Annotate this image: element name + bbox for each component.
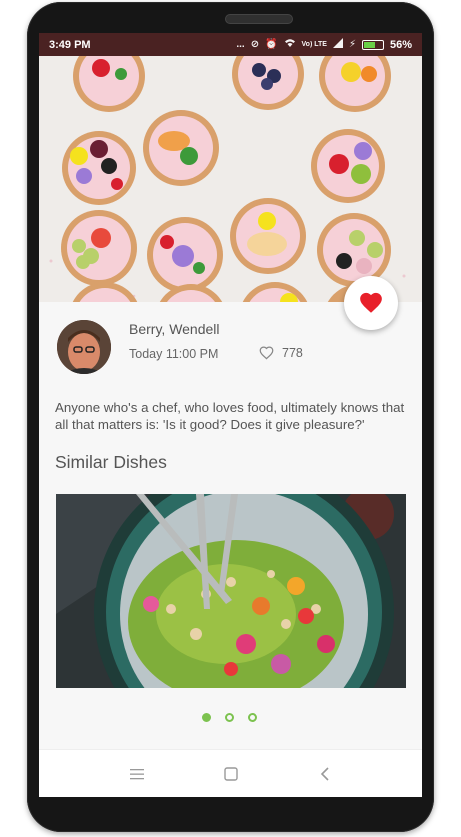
tart [147, 217, 223, 293]
data-saver-icon: ⊘ [250, 39, 260, 50]
home-button[interactable] [215, 758, 247, 790]
page-indicator [202, 713, 257, 722]
back-button[interactable] [309, 758, 341, 790]
status-time: 3:49 PM [49, 38, 91, 51]
likes[interactable]: 778 [259, 346, 303, 360]
likes-count: 778 [282, 346, 303, 360]
page-dot-3[interactable] [248, 713, 257, 722]
post-time: Today 11:00 PM [129, 347, 219, 361]
signal-icon [332, 38, 343, 51]
system-nav-bar [39, 749, 422, 797]
similar-dish-image[interactable] [56, 494, 406, 688]
menu-button[interactable] [121, 758, 153, 790]
heart-outline-icon [259, 346, 274, 360]
status-bar: 3:49 PM ... ⊘ ⏰ Vo) LTE ⚡ 56% [39, 33, 422, 56]
section-title: Similar Dishes [55, 452, 167, 472]
page-dot-1[interactable] [202, 713, 211, 722]
tart [317, 213, 391, 287]
tart [62, 131, 136, 205]
battery-icon [361, 39, 384, 50]
page-dot-2[interactable] [225, 713, 234, 722]
post-quote: Anyone who's a chef, who loves food, ult… [55, 400, 405, 432]
tart [230, 198, 306, 274]
tart [311, 129, 385, 203]
tart [61, 210, 137, 286]
menu-icon [129, 769, 144, 780]
author-name[interactable]: Berry, Wendell [129, 321, 220, 337]
home-icon [223, 767, 238, 781]
network-label: Vo) LTE [301, 41, 327, 48]
overflow-dots: ... [236, 39, 245, 50]
screen: 3:49 PM ... ⊘ ⏰ Vo) LTE ⚡ 56% Berry, Wen… [39, 33, 422, 797]
battery-percent: 56% [389, 38, 412, 51]
alarm-icon: ⏰ [265, 39, 278, 50]
back-icon [320, 767, 329, 781]
wifi-icon [284, 38, 296, 51]
author-row: Berry, Wendell Today 11:00 PM 778 [39, 302, 422, 392]
tart [143, 110, 219, 186]
avatar[interactable] [57, 320, 111, 374]
hero-food-image [39, 56, 422, 302]
speaker-grill [225, 14, 293, 24]
charging-icon: ⚡ [348, 39, 356, 50]
